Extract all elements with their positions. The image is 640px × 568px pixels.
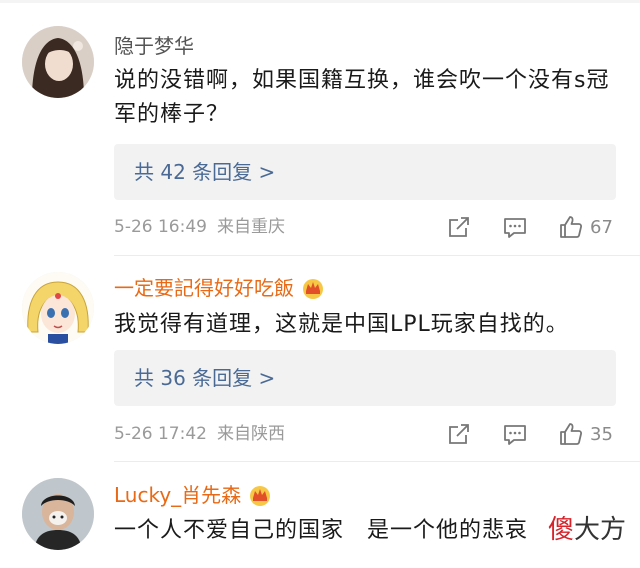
comment-actions: 67 (416, 213, 618, 241)
comment-meta: 5-26 16:49 来自重庆 (114, 215, 285, 239)
like-icon[interactable] (558, 214, 584, 240)
comment-icon[interactable] (502, 421, 528, 447)
avatar-image (22, 272, 94, 344)
avatar-image (22, 478, 94, 550)
timestamp: 5-26 17:42 (114, 424, 207, 444)
timestamp: 5-26 16:49 (114, 217, 207, 237)
like-count: 35 (590, 423, 613, 445)
comment-divider (114, 255, 640, 256)
crown-icon (300, 277, 326, 299)
comment-text: 一个人不爱自己的国家 是一个他的悲哀 (114, 518, 529, 543)
crown-icon (247, 484, 273, 506)
replies-link[interactable]: 共 42 条回复 > (114, 144, 616, 200)
comment-divider (114, 461, 640, 462)
username[interactable]: Lucky_肖先森 (114, 483, 273, 507)
username-text: 一定要記得好好吃飯 (114, 276, 294, 300)
username-text: Lucky_肖先森 (114, 483, 242, 507)
share-icon[interactable] (446, 214, 472, 240)
avatar[interactable] (22, 478, 94, 550)
like-icon[interactable] (558, 421, 584, 447)
comment-text: 我觉得有道理，这就是中国LPL玩家自找的。 (114, 312, 569, 337)
watermark: 傻大方 (548, 509, 626, 546)
location: 来自重庆 (216, 217, 285, 237)
top-divider (0, 0, 640, 3)
share-icon[interactable] (446, 421, 472, 447)
avatar[interactable] (22, 272, 94, 344)
like-count: 67 (590, 216, 613, 238)
comment-meta: 5-26 17:42 来自陕西 (114, 422, 285, 446)
replies-link[interactable]: 共 36 条回复 > (114, 350, 616, 406)
comment-feed: 隐于梦华 说的没错啊，如果国籍互换，谁会吹一个没有s冠军的棒子？ 共 42 条回… (0, 0, 640, 568)
watermark-text: 大方 (573, 515, 626, 545)
comment-icon[interactable] (502, 214, 528, 240)
watermark-red-text: 傻 (547, 515, 574, 545)
avatar-image (22, 26, 94, 98)
username[interactable]: 一定要記得好好吃飯 (114, 276, 326, 300)
comment-actions: 35 (416, 420, 618, 448)
comment-text: 说的没错啊，如果国籍互换，谁会吹一个没有s冠军的棒子？ (114, 68, 610, 127)
avatar[interactable] (22, 26, 94, 98)
location: 来自陕西 (216, 424, 285, 444)
username[interactable]: 隐于梦华 (114, 34, 194, 58)
